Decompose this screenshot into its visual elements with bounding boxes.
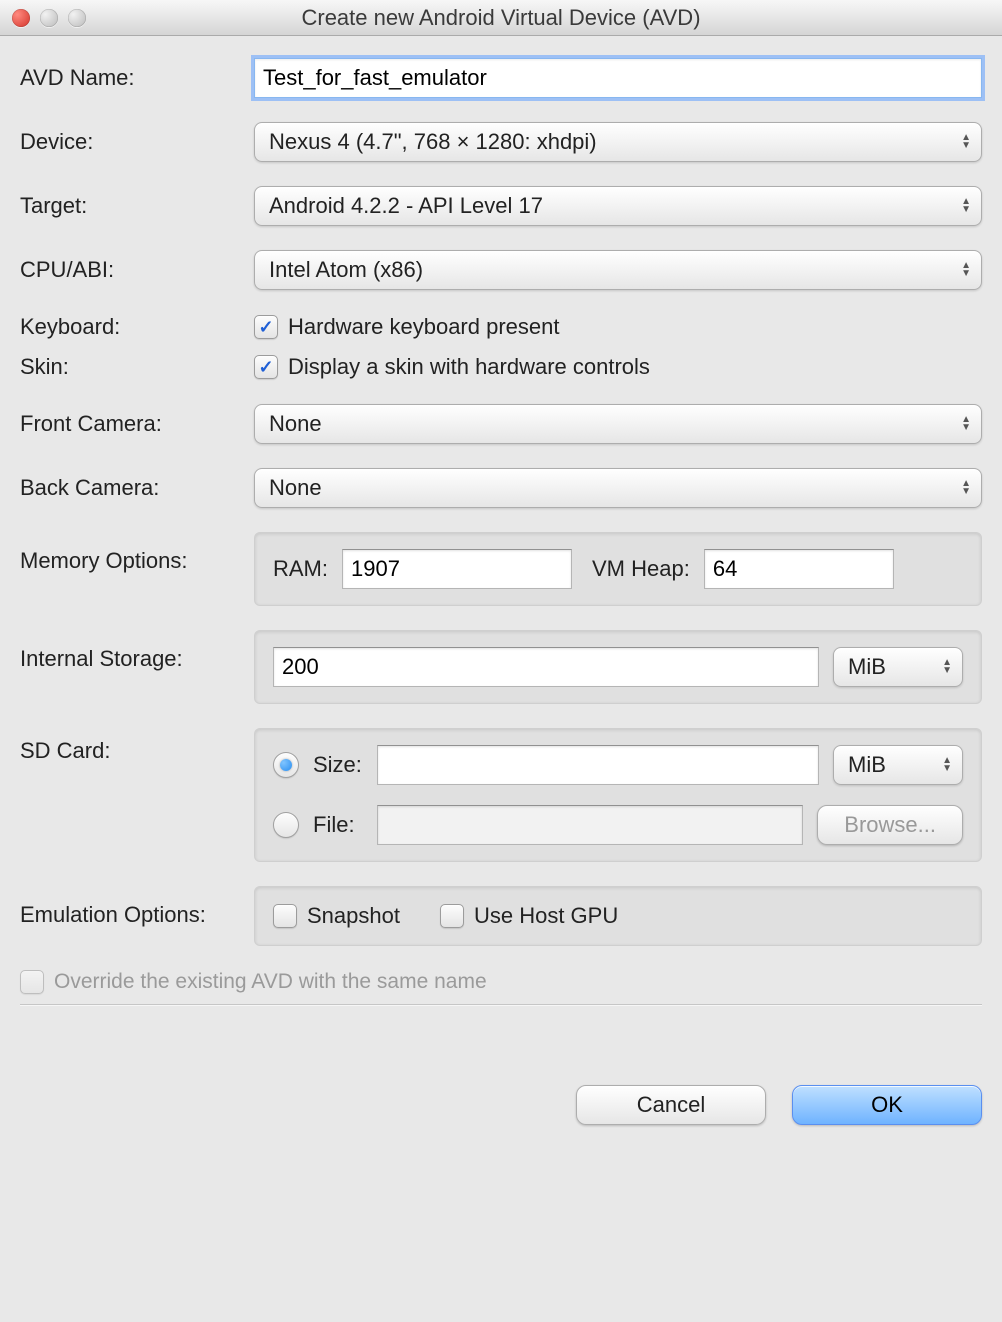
sd-file-radio[interactable] — [273, 812, 299, 838]
front-camera-label: Front Camera: — [20, 411, 254, 437]
cpu-abi-select-value: Intel Atom (x86) — [269, 257, 423, 283]
sd-size-unit-select[interactable]: MiB ▲▼ — [833, 745, 963, 785]
emulation-options-label: Emulation Options: — [20, 886, 254, 928]
device-select[interactable]: Nexus 4 (4.7", 768 × 1280: xhdpi) ▲▼ — [254, 122, 982, 162]
browse-button-label: Browse... — [844, 812, 936, 838]
titlebar: Create new Android Virtual Device (AVD) — [0, 0, 1002, 36]
chevron-up-down-icon: ▲▼ — [961, 262, 971, 278]
chevron-up-down-icon: ▲▼ — [942, 659, 952, 675]
target-select[interactable]: Android 4.2.2 - API Level 17 ▲▼ — [254, 186, 982, 226]
vm-heap-input[interactable] — [704, 549, 894, 589]
window-title: Create new Android Virtual Device (AVD) — [0, 5, 1002, 31]
override-checkbox — [20, 970, 44, 994]
sd-size-label: Size: — [313, 752, 363, 778]
ok-button[interactable]: OK — [792, 1085, 982, 1125]
divider — [20, 1004, 982, 1005]
chevron-up-down-icon: ▲▼ — [961, 480, 971, 496]
internal-storage-unit-select[interactable]: MiB ▲▼ — [833, 647, 963, 687]
vm-heap-label: VM Heap: — [592, 556, 690, 582]
keyboard-checkbox[interactable] — [254, 315, 278, 339]
sd-size-radio[interactable] — [273, 752, 299, 778]
front-camera-select-value: None — [269, 411, 322, 437]
skin-checkbox-label: Display a skin with hardware controls — [288, 354, 650, 380]
override-checkbox-label: Override the existing AVD with the same … — [54, 970, 487, 994]
keyboard-label: Keyboard: — [20, 314, 254, 340]
internal-storage-panel: MiB ▲▼ — [254, 630, 982, 704]
device-label: Device: — [20, 129, 254, 155]
target-select-value: Android 4.2.2 - API Level 17 — [269, 193, 543, 219]
cancel-button[interactable]: Cancel — [576, 1085, 766, 1125]
cancel-button-label: Cancel — [637, 1092, 705, 1118]
sd-card-label: SD Card: — [20, 728, 254, 764]
front-camera-select[interactable]: None ▲▼ — [254, 404, 982, 444]
snapshot-checkbox[interactable] — [273, 904, 297, 928]
emulation-options-panel: Snapshot Use Host GPU — [254, 886, 982, 946]
sd-size-input[interactable] — [377, 745, 819, 785]
back-camera-select-value: None — [269, 475, 322, 501]
avd-name-label: AVD Name: — [20, 65, 254, 91]
ok-button-label: OK — [871, 1092, 903, 1118]
snapshot-checkbox-label: Snapshot — [307, 903, 400, 929]
sd-size-unit-value: MiB — [848, 752, 886, 778]
internal-storage-unit-value: MiB — [848, 654, 886, 680]
memory-options-label: Memory Options: — [20, 532, 254, 574]
browse-button[interactable]: Browse... — [817, 805, 963, 845]
chevron-up-down-icon: ▲▼ — [961, 198, 971, 214]
skin-checkbox[interactable] — [254, 355, 278, 379]
internal-storage-input[interactable] — [273, 647, 819, 687]
keyboard-checkbox-label: Hardware keyboard present — [288, 314, 559, 340]
target-label: Target: — [20, 193, 254, 219]
ram-label: RAM: — [273, 556, 328, 582]
back-camera-select[interactable]: None ▲▼ — [254, 468, 982, 508]
ram-input[interactable] — [342, 549, 572, 589]
chevron-up-down-icon: ▲▼ — [961, 416, 971, 432]
use-host-gpu-checkbox[interactable] — [440, 904, 464, 928]
use-host-gpu-checkbox-label: Use Host GPU — [474, 903, 618, 929]
cpu-abi-label: CPU/ABI: — [20, 257, 254, 283]
memory-options-panel: RAM: VM Heap: — [254, 532, 982, 606]
avd-name-input[interactable] — [254, 58, 982, 98]
device-select-value: Nexus 4 (4.7", 768 × 1280: xhdpi) — [269, 129, 597, 155]
sd-file-label: File: — [313, 812, 363, 838]
internal-storage-label: Internal Storage: — [20, 630, 254, 672]
chevron-up-down-icon: ▲▼ — [942, 757, 952, 773]
back-camera-label: Back Camera: — [20, 475, 254, 501]
cpu-abi-select[interactable]: Intel Atom (x86) ▲▼ — [254, 250, 982, 290]
skin-label: Skin: — [20, 354, 254, 380]
sd-card-panel: Size: MiB ▲▼ File: Browse... — [254, 728, 982, 862]
sd-file-input — [377, 805, 803, 845]
chevron-up-down-icon: ▲▼ — [961, 134, 971, 150]
